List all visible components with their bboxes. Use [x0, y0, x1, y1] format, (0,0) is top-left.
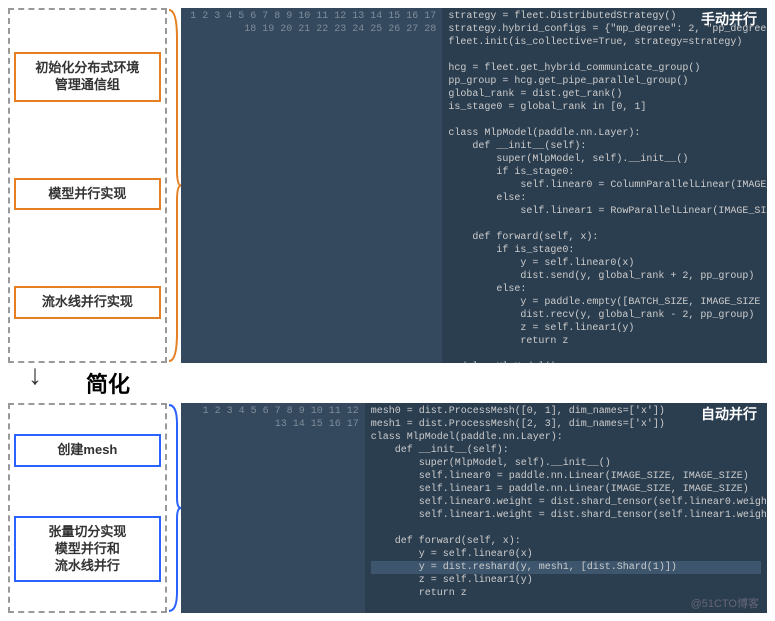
- top-badge: 手动并行: [701, 14, 757, 27]
- bottom-labels-panel: 创建mesh 张量切分实现模型并行和流水线并行: [8, 403, 167, 613]
- brace-icon: [167, 8, 181, 363]
- annotation-label: 创建mesh: [14, 434, 161, 467]
- brace-icon: [167, 403, 181, 613]
- annotation-label: 流水线并行实现: [14, 286, 161, 319]
- bottom-code-editor: 1 2 3 4 5 6 7 8 9 10 11 12 13 14 15 16 1…: [181, 403, 767, 613]
- annotation-label: 张量切分实现模型并行和流水线并行: [14, 516, 161, 583]
- annotation-label: 模型并行实现: [14, 178, 161, 211]
- top-code-editor: 1 2 3 4 5 6 7 8 9 10 11 12 13 14 15 16 1…: [181, 8, 767, 363]
- down-arrow-icon: ↓: [28, 359, 42, 391]
- top-labels-panel: 初始化分布式环境管理通信组模型并行实现流水线并行实现: [8, 8, 167, 363]
- watermark: @51CTO博客: [691, 598, 759, 611]
- bottom-badge: 自动并行: [701, 409, 757, 422]
- annotation-label: 初始化分布式环境管理通信组: [14, 52, 161, 102]
- simplify-label: ↓ 简化: [48, 367, 168, 399]
